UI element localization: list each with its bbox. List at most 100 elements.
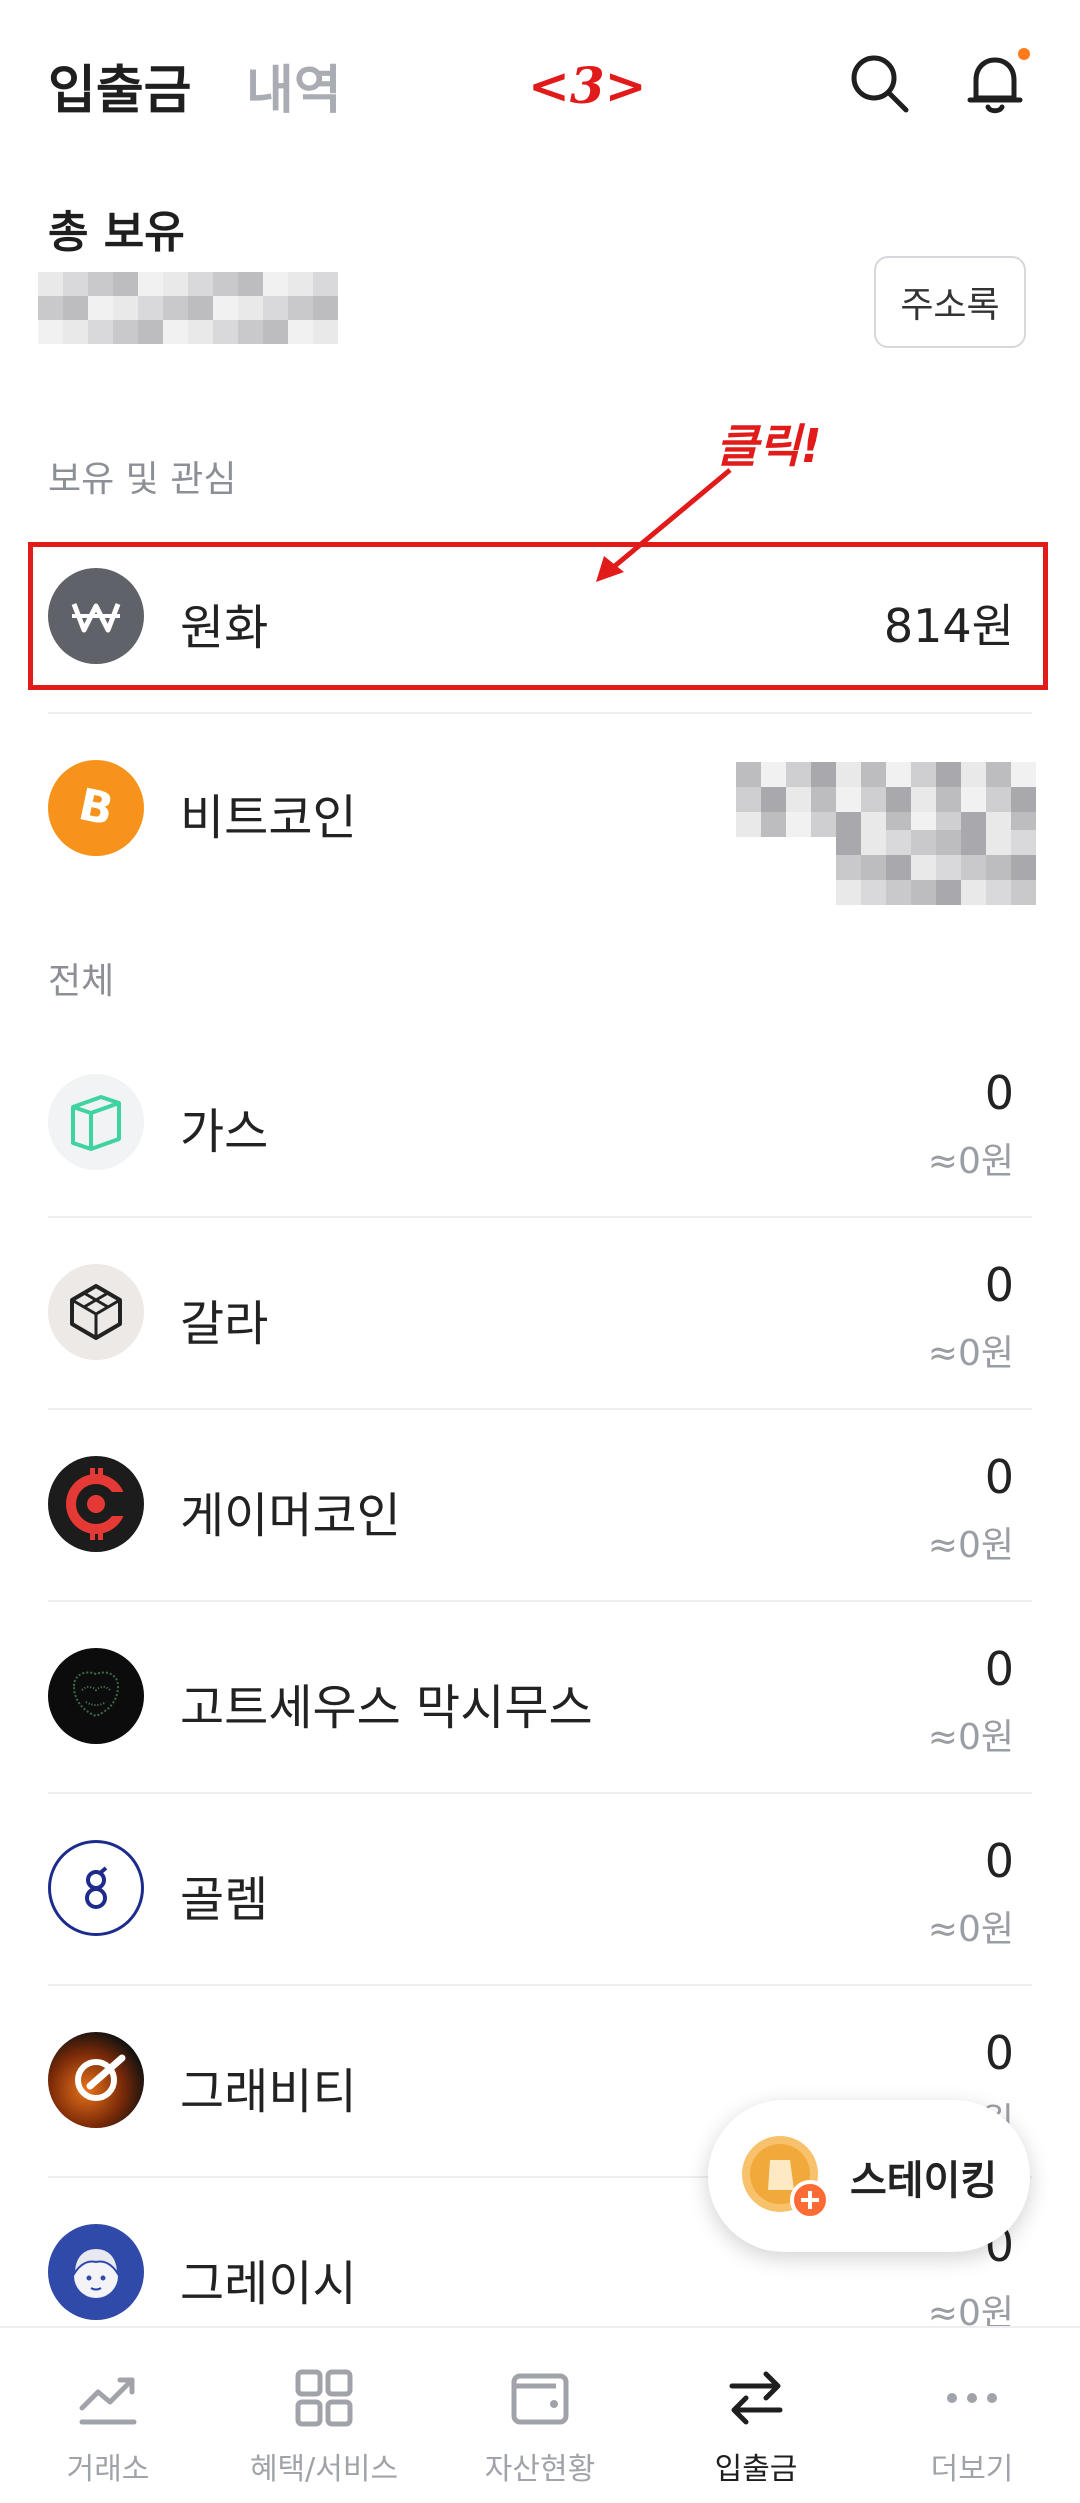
nav-label: 자산현황 [484, 2452, 596, 2487]
gravity-icon [48, 2032, 144, 2128]
list-item-golem[interactable]: 골렘 0 ≈0원 [0, 1792, 1080, 1984]
redaction-cell [238, 296, 263, 320]
redaction-cell [886, 787, 911, 812]
redaction-cell [836, 762, 861, 787]
section-label-all: 전체 [48, 961, 115, 1002]
redaction-cell [238, 320, 263, 344]
redaction-cell [113, 272, 138, 296]
redaction-cell [138, 320, 163, 344]
coin-name: 게이머코인 [180, 1488, 401, 1544]
redaction-cell [38, 296, 63, 320]
total-holding-value-redacted [38, 272, 338, 344]
redaction-cell [163, 320, 188, 344]
gas-icon [48, 1074, 144, 1170]
redaction-cell [911, 855, 936, 880]
golem-icon [48, 1840, 144, 1936]
address-book-button[interactable]: 주소록 [874, 256, 1026, 348]
grid-icon [290, 2364, 358, 2432]
goatseus-icon [48, 1648, 144, 1744]
coin-krw-value: ≈0원 [927, 1141, 1014, 1182]
bell-icon[interactable] [962, 48, 1030, 116]
redaction-cell [961, 830, 986, 855]
coin-amount: 0 [984, 1258, 1014, 1312]
redaction-cell [761, 787, 786, 812]
redaction-cell [213, 272, 238, 296]
redaction-cell [38, 320, 63, 344]
staking-label: 스테이킹 [850, 2158, 998, 2204]
tab-deposit-withdraw[interactable]: 입출금 [48, 48, 192, 123]
coin-name: 가스 [180, 1104, 269, 1160]
total-holding-label: 총 보유 [48, 207, 185, 258]
coin-amount: 0 [984, 1642, 1014, 1696]
nav-assets[interactable]: 자산현황 [432, 2328, 648, 2503]
redaction-cell [313, 320, 338, 344]
nav-benefits[interactable]: 혜택/서비스 [216, 2328, 432, 2503]
redaction-cell [836, 787, 861, 812]
redaction-cell [911, 762, 936, 787]
redaction-cell [63, 272, 88, 296]
redaction-cell [88, 296, 113, 320]
redaction-cell [811, 762, 836, 787]
redaction-cell [1011, 787, 1036, 812]
gamercoin-icon [48, 1456, 144, 1552]
coin-name: 골렘 [180, 1872, 269, 1928]
nav-deposit-withdraw[interactable]: 입출금 [648, 2328, 864, 2503]
annotation-highlight-box [28, 542, 1048, 690]
nav-label: 더보기 [930, 2452, 1014, 2487]
redaction-cell [88, 272, 113, 296]
redaction-cell [936, 787, 961, 812]
redaction-cell [961, 880, 986, 905]
step-annotation-label: <3> [528, 56, 647, 115]
list-item-bitcoin[interactable]: B 비트코인 [0, 720, 1080, 912]
redaction-cell [188, 320, 213, 344]
nav-more[interactable]: 더보기 [864, 2328, 1080, 2503]
redaction-cell [911, 787, 936, 812]
redaction-cell [1011, 855, 1036, 880]
coin-krw-value: ≈0원 [927, 1525, 1014, 1566]
list-item-gala[interactable]: 갈라 0 ≈0원 [0, 1216, 1080, 1408]
list-item-goatseus-maximus[interactable]: 고트세우스 막시무스 0 ≈0원 [0, 1600, 1080, 1792]
coin-krw-value: ≈0원 [927, 1909, 1014, 1950]
bitcoin-icon: B [48, 760, 144, 856]
chart-icon [74, 2364, 142, 2432]
redaction-cell [836, 830, 861, 855]
redaction-cell [836, 880, 861, 905]
redaction-cell [961, 762, 986, 787]
redaction-cell [861, 855, 886, 880]
nav-label: 입출금 [714, 2452, 798, 2487]
redaction-cell [986, 855, 1011, 880]
gracy-icon [48, 2224, 144, 2320]
coin-name: 갈라 [180, 1296, 269, 1352]
tab-history[interactable]: 내역 [246, 48, 342, 123]
redaction-cell [761, 812, 786, 837]
redaction-cell [886, 830, 911, 855]
more-icon [938, 2364, 1006, 2432]
redaction-cell [861, 830, 886, 855]
redaction-cell [188, 296, 213, 320]
redaction-cell [213, 296, 238, 320]
redaction-cell [113, 320, 138, 344]
redaction-cell [1011, 880, 1036, 905]
coin-krw-value: ≈0원 [927, 1333, 1014, 1374]
redaction-cell [861, 762, 886, 787]
search-icon[interactable] [846, 50, 912, 116]
redaction-cell [38, 272, 63, 296]
redaction-cell [786, 812, 811, 837]
redaction-cell [886, 762, 911, 787]
redaction-cell [886, 880, 911, 905]
redaction-cell [786, 787, 811, 812]
staking-button[interactable]: 스테이킹 [708, 2100, 1030, 2252]
list-item-gas[interactable]: 가스 0 ≈0원 [0, 1024, 1080, 1216]
nav-label: 거래소 [66, 2452, 150, 2487]
redaction-cell [986, 762, 1011, 787]
nav-exchange[interactable]: 거래소 [0, 2328, 216, 2503]
redaction-cell [1011, 830, 1036, 855]
redaction-cell [313, 272, 338, 296]
list-item-gamercoin[interactable]: 게이머코인 0 ≈0원 [0, 1408, 1080, 1600]
redaction-cell [288, 320, 313, 344]
coin-name: 그래비티 [180, 2064, 357, 2120]
redaction-cell [936, 762, 961, 787]
redaction-cell [313, 296, 338, 320]
staking-coin-icon [738, 2130, 834, 2226]
redaction-cell [138, 272, 163, 296]
